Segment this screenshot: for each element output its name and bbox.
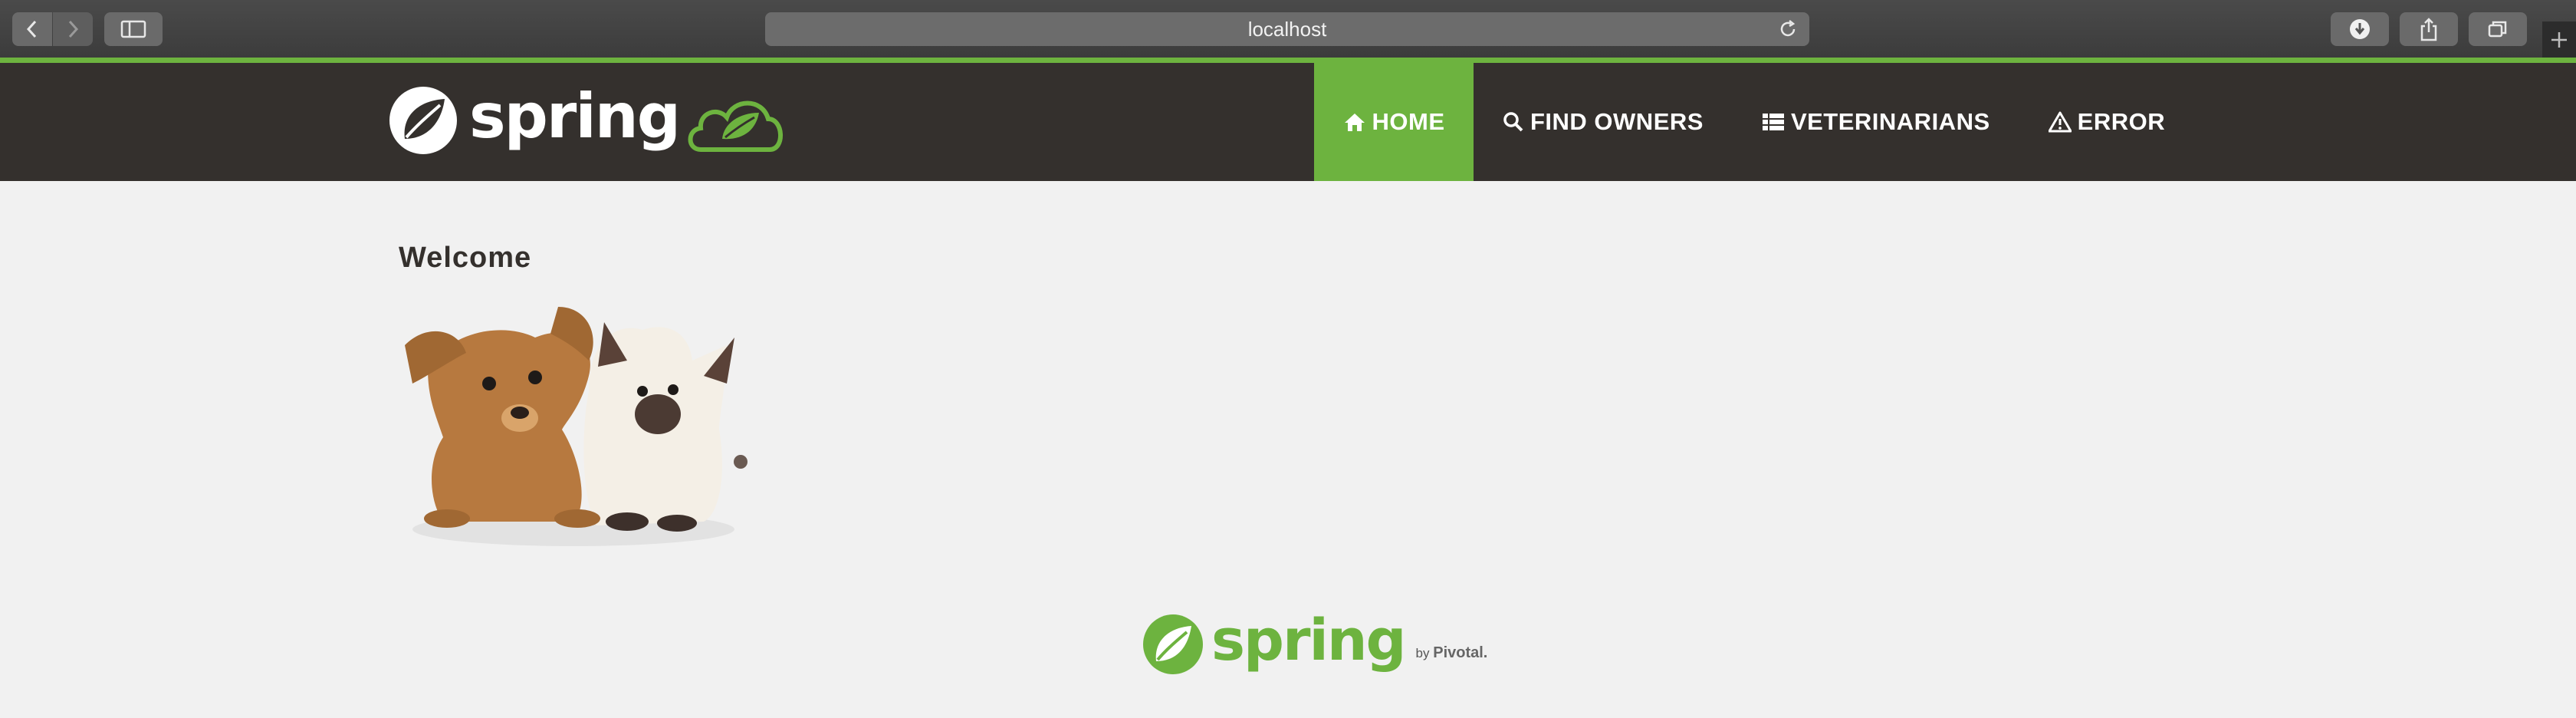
warning-icon — [2048, 111, 2072, 133]
tab-overview-button[interactable] — [2469, 12, 2527, 46]
search-icon — [1503, 112, 1523, 132]
footer-by: by — [1415, 645, 1430, 660]
address-text: localhost — [1247, 17, 1327, 41]
nav-find-owners[interactable]: FIND OWNERS — [1474, 63, 1733, 181]
brand-name: spring — [469, 80, 681, 152]
download-icon — [2350, 19, 2370, 39]
nav-home-label: HOME — [1372, 108, 1445, 135]
forward-button[interactable] — [53, 12, 93, 46]
footer-brand: spring — [1211, 608, 1407, 674]
spring-leaf-icon — [1143, 614, 1203, 674]
main-nav: HOME FIND OWNERS VETERINARIANS ERROR — [1314, 63, 2194, 181]
brand-logo[interactable]: spring — [388, 78, 785, 163]
sidebar-toggle-button[interactable] — [104, 12, 163, 46]
tabs-icon — [2488, 21, 2507, 38]
back-button[interactable] — [12, 12, 52, 46]
sidebar-icon — [120, 20, 146, 38]
page-title: Welcome — [399, 242, 532, 274]
chevron-left-icon — [26, 20, 37, 38]
spring-cloud-icon — [688, 100, 783, 152]
nav-error[interactable]: ERROR — [2019, 63, 2194, 181]
footer-company: Pivotal. — [1433, 644, 1488, 661]
nav-error-label: ERROR — [2077, 108, 2166, 135]
home-icon — [1344, 114, 1365, 131]
chevron-right-icon — [68, 20, 79, 38]
plus-icon — [2551, 31, 2567, 48]
reload-icon[interactable] — [1777, 18, 1799, 40]
list-icon — [1762, 114, 1784, 130]
nav-home[interactable]: HOME — [1314, 63, 1474, 181]
footer-logo: spring by Pivotal. — [1142, 608, 1488, 675]
spring-leaf-icon — [389, 87, 457, 154]
footer-byline: by Pivotal. — [1416, 644, 1488, 662]
downloads-button[interactable] — [2331, 12, 2389, 46]
address-bar[interactable]: localhost — [765, 12, 1809, 46]
nav-find-owners-label: FIND OWNERS — [1530, 108, 1704, 135]
navbar: spring HOME FIND OWNERS VETERINARIANS ER… — [0, 63, 2576, 181]
share-button[interactable] — [2400, 12, 2458, 46]
pets-image — [405, 307, 748, 546]
nav-veterinarians[interactable]: VETERINARIANS — [1733, 63, 2019, 181]
nav-veterinarians-label: VETERINARIANS — [1790, 108, 1990, 135]
new-tab-button[interactable] — [2542, 21, 2576, 58]
share-icon — [2420, 18, 2437, 41]
accent-stripe — [0, 58, 2576, 63]
browser-toolbar: localhost — [0, 0, 2576, 58]
